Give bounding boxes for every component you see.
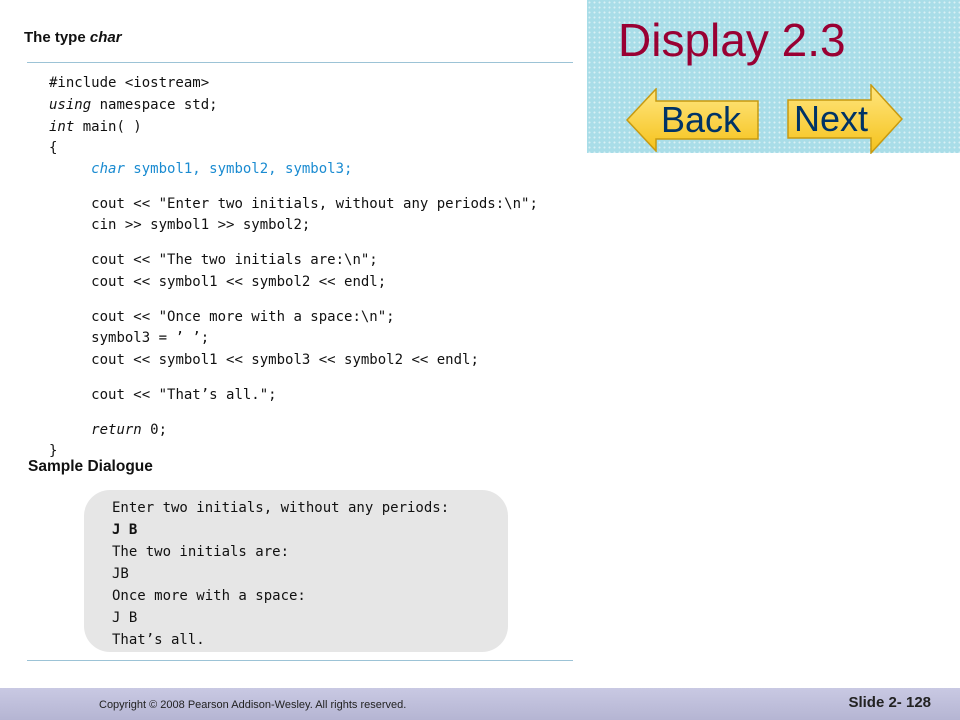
back-button[interactable]: Back <box>626 88 760 152</box>
display-title: Display 2.3 <box>618 14 846 66</box>
code-line: cout << "That’s all."; <box>91 387 277 403</box>
top-divider <box>27 62 573 63</box>
copyright-text: Copyright © 2008 Pearson Addison-Wesley.… <box>99 699 407 711</box>
code-line: cout << "Enter two initials, without any… <box>91 196 538 212</box>
code-line: cout << "The two initials are:\n"; <box>91 252 378 268</box>
dialogue-line: Enter two initials, without any periods: <box>112 500 450 516</box>
dialogue-line: That’s all. <box>112 632 205 648</box>
dialogue-line: J B <box>112 610 138 626</box>
section-heading-type-char: The type char <box>24 29 122 46</box>
dialogue-line: JB <box>112 566 129 582</box>
back-label: Back <box>660 99 742 140</box>
next-label: Next <box>793 98 869 139</box>
heading-text: The type <box>24 29 90 46</box>
slide-number: Slide 2- 128 <box>848 694 931 711</box>
next-button[interactable]: Next <box>787 84 903 154</box>
dialogue-line: The two initials are: <box>112 544 290 560</box>
code-line: symbol3 = ’ ’; <box>91 330 210 346</box>
code-line-highlighted: char symbol1, symbol2, symbol3; <box>91 161 353 177</box>
code-line: cout << symbol1 << symbol3 << symbol2 <<… <box>91 352 479 368</box>
bottom-divider <box>27 660 573 661</box>
code-line: int main( ) <box>49 119 142 135</box>
code-line: #include <iostream> <box>49 75 210 91</box>
code-line: { <box>49 140 58 156</box>
dialogue-line-user-input: J B <box>112 522 138 538</box>
code-line: cout << symbol1 << symbol2 << endl; <box>91 274 387 290</box>
code-line: cin >> symbol1 >> symbol2; <box>91 217 311 233</box>
code-line: cout << "Once more with a space:\n"; <box>91 309 395 325</box>
sample-dialogue-heading: Sample Dialogue <box>28 458 153 475</box>
heading-emphasis: char <box>89 29 122 46</box>
code-line: return 0; <box>91 422 168 438</box>
code-line: using namespace std; <box>49 97 218 113</box>
dialogue-line: Once more with a space: <box>112 588 306 604</box>
